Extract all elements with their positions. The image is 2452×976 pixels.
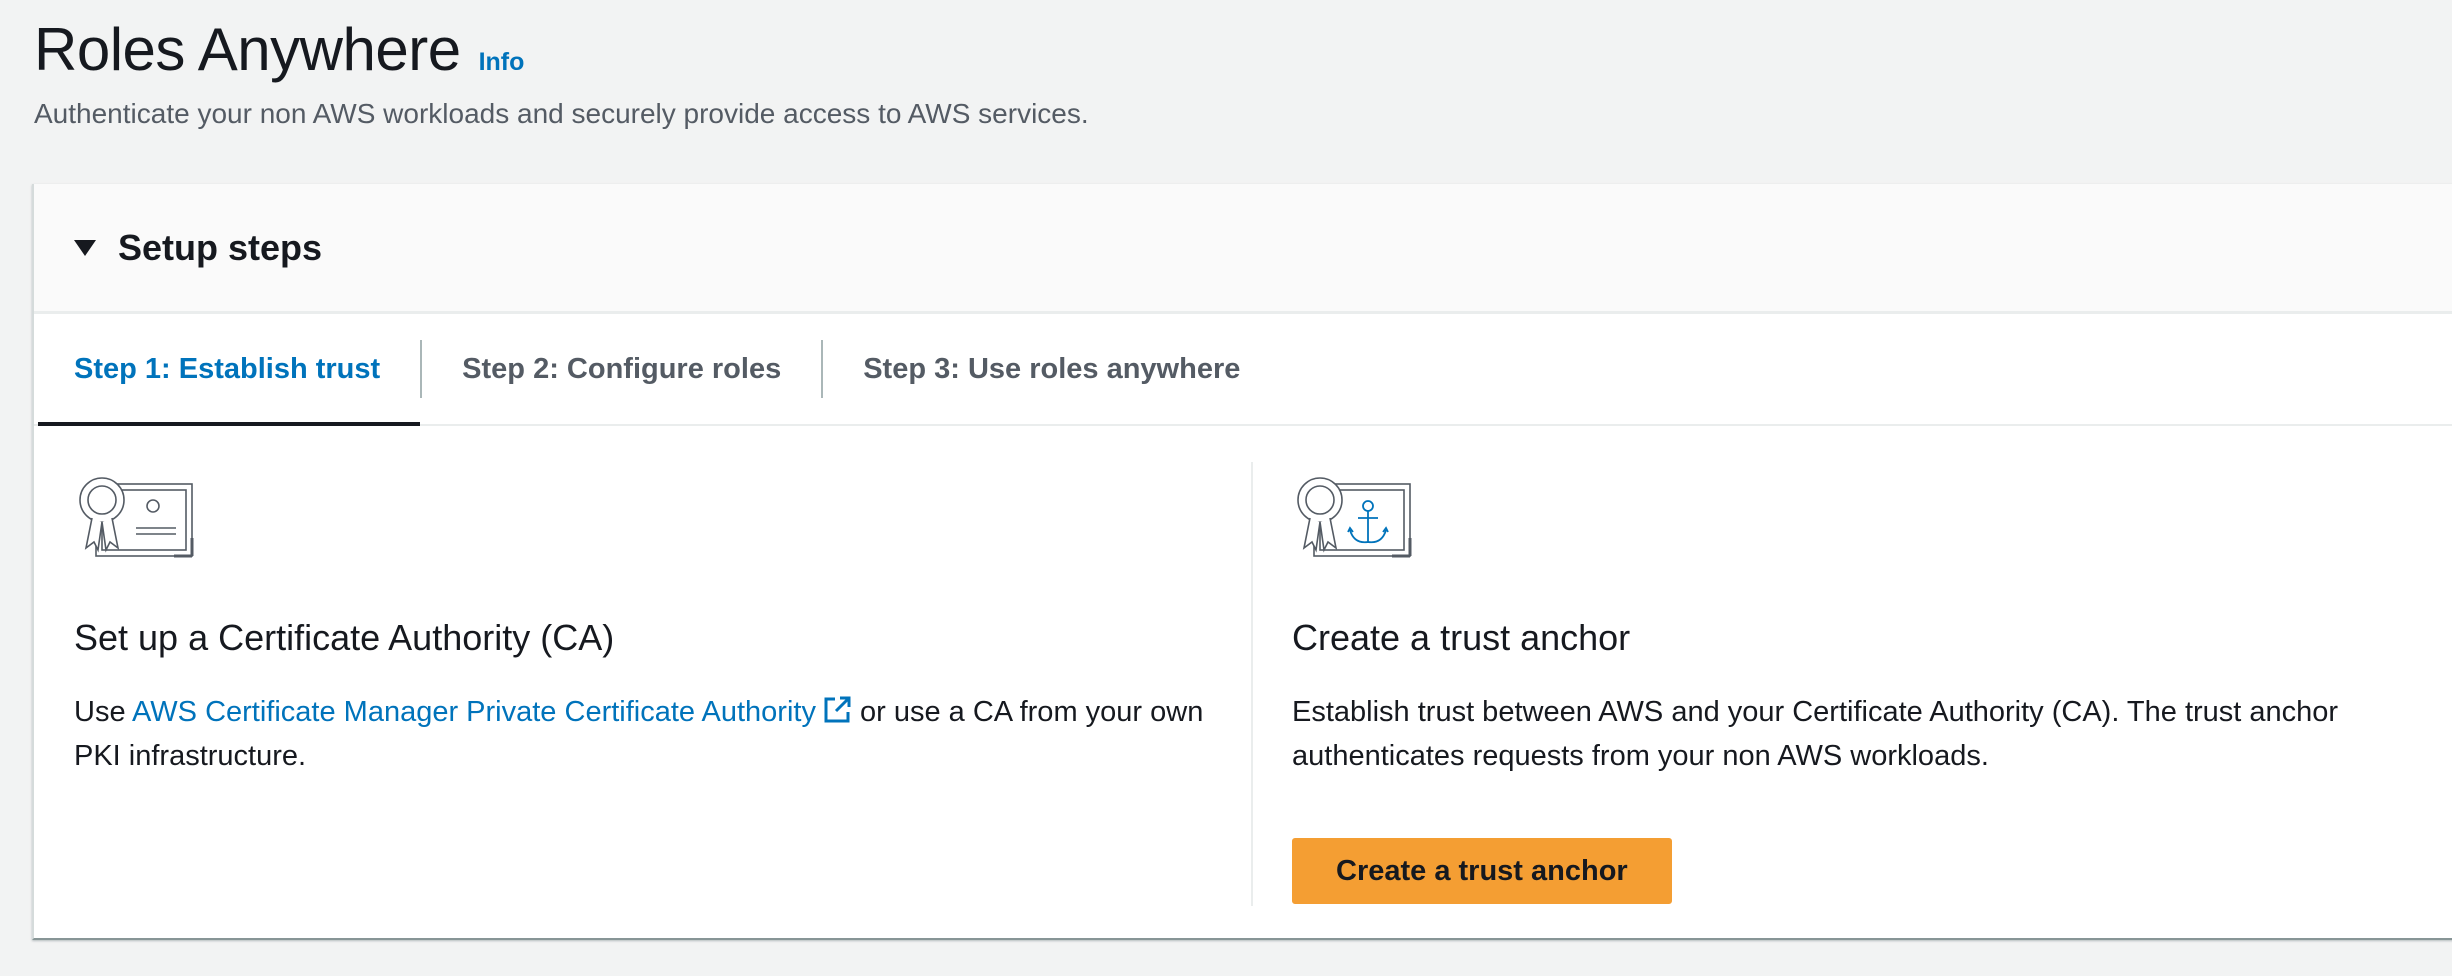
column-divider [1251,462,1253,906]
page-subtitle: Authenticate your non AWS workloads and … [34,98,1089,129]
tab-step-1[interactable]: Step 1: Establish trust [34,314,421,426]
steps-tabs: Step 1: Establish trust Step 2: Configur… [34,314,2452,426]
trust-anchor-description: Establish trust between AWS and your Cer… [1292,696,2339,772]
page-header: Roles Anywhere Info Authenticate your no… [34,0,2434,129]
create-trust-anchor-button[interactable]: Create a trust anchor [1292,838,1672,904]
external-link-icon[interactable] [822,695,852,725]
certificate-anchor-icon [1297,477,1412,558]
setup-steps-title: Setup steps [118,226,323,268]
tab-step-3[interactable]: Step 3: Use roles anywhere [823,314,1280,424]
certificate-icon [79,477,194,558]
setup-steps-expander[interactable]: Setup steps [34,184,2452,314]
setup-steps-container: Setup steps Step 1: Establish trust Step… [32,184,2452,940]
acm-pca-link[interactable]: AWS Certificate Manager Private Certific… [132,696,816,728]
ca-text-before: Use [74,696,133,728]
trust-anchor-heading: Create a trust anchor [1292,617,1631,658]
ca-description: Use AWS Certificate Manager Private Cert… [74,690,1244,778]
page-title: Roles Anywhere [34,16,461,83]
ca-heading: Set up a Certificate Authority (CA) [74,617,615,658]
info-link[interactable]: Info [479,48,525,77]
tab-step-2[interactable]: Step 2: Configure roles [422,314,821,424]
title-row: Roles Anywhere Info [34,0,2434,96]
step-content: Set up a Certificate Authority (CA) Use … [34,426,2452,936]
caret-down-icon[interactable] [74,239,96,256]
